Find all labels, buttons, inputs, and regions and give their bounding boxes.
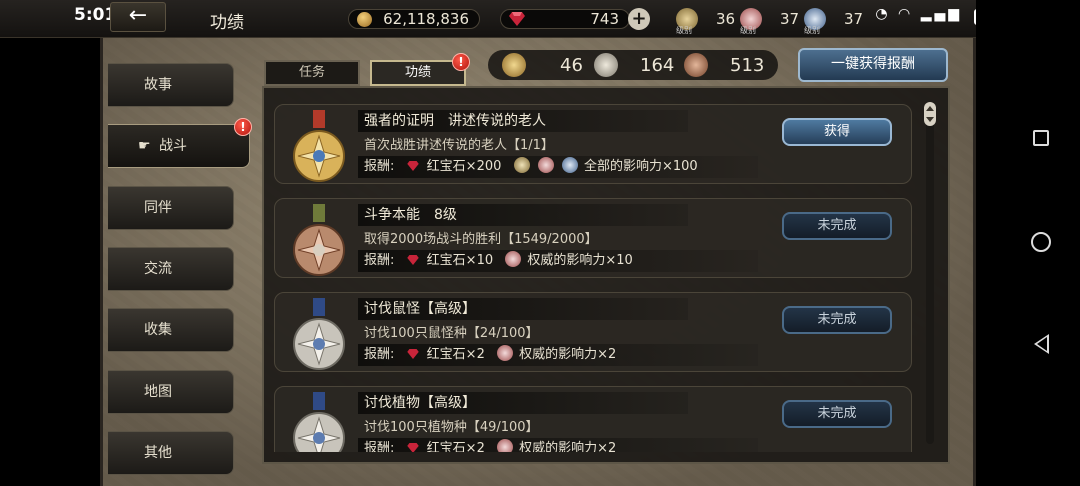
sidebar-item-label: 交流 (144, 261, 172, 277)
scrollbar-thumb[interactable] (922, 102, 938, 126)
ruby-icon (406, 255, 419, 265)
bronze-medal-icon (293, 204, 345, 276)
influence-reward: 全部的影响力×100 (583, 159, 698, 174)
red-influence-icon (496, 345, 513, 361)
list-item: 讨伐鼠怪【高级】 讨伐100只鼠怪种【24/100】 报酬: 红宝石×2 权威的… (274, 292, 912, 372)
back-nav-icon[interactable] (1034, 334, 1049, 354)
gem-reward: 红宝石×2 (426, 347, 485, 362)
influence-reward: 权威的影响力×2 (519, 347, 617, 362)
sidebar-item-label: 地图 (144, 384, 172, 400)
ruby-icon (406, 443, 419, 452)
sidebar-item-collection[interactable]: 收集 (108, 308, 234, 352)
reward-label: 报酬: (364, 159, 395, 174)
entry-reward: 报酬: 红宝石×200 全部的影响力×100 (358, 156, 758, 178)
rank-caption: 级别 (740, 26, 756, 35)
gem-reward: 红宝石×2 (426, 441, 485, 452)
silver-medal-count: 164 (640, 55, 675, 76)
entry-description: 取得2000场战斗的胜利【1549/2000】 (364, 232, 598, 247)
blue-influence-icon (561, 157, 578, 173)
entry-reward: 报酬: 红宝石×2 权威的影响力×2 (358, 344, 758, 366)
list-item: 斗争本能 8级 取得2000场战斗的胜利【1549/2000】 报酬: 红宝石×… (274, 198, 912, 278)
pointing-hand-icon: ☛ (138, 138, 151, 154)
entry-title: 讨伐植物【高级】 (358, 392, 688, 414)
alert-badge: ! (234, 118, 252, 136)
gold-medal-count: 46 (560, 55, 583, 76)
add-gems-button[interactable]: + (628, 8, 650, 30)
entry-title: 讨伐鼠怪【高级】 (358, 298, 688, 320)
list-item: 强者的证明 讲述传说的老人 首次战胜讲述传说的老人【1/1】 报酬: 红宝石×2… (274, 104, 912, 184)
sidebar-item-battle[interactable]: ☛ 战斗 (108, 124, 250, 168)
reward-label: 报酬: (364, 347, 395, 362)
android-nav-bar (976, 0, 1080, 486)
gold-value: 62,118,836 (383, 10, 469, 28)
ruby-icon (509, 12, 525, 26)
rank-value: 37 (844, 10, 864, 28)
gold-medal-icon (502, 53, 526, 77)
alert-badge: ! (452, 53, 470, 71)
entry-description: 讨伐100只植物种【49/100】 (364, 420, 539, 435)
rank-caption: 级别 (676, 26, 692, 35)
red-influence-icon (505, 251, 522, 267)
incomplete-button[interactable]: 未完成 (782, 306, 892, 334)
gold-medal-icon (293, 110, 345, 182)
bronze-medal-icon (684, 53, 708, 77)
claim-button[interactable]: 获得 (782, 118, 892, 146)
bronze-medal-count: 513 (730, 55, 765, 76)
entry-description: 讨伐100只鼠怪种【24/100】 (364, 326, 539, 341)
sidebar-item-label: 收集 (144, 322, 172, 338)
silver-medal-icon (594, 53, 618, 77)
gem-reward: 红宝石×200 (426, 159, 502, 174)
recents-icon[interactable] (1033, 130, 1049, 146)
claim-all-button[interactable]: 一键获得报酬 (798, 48, 948, 82)
influence-reward: 权威的影响力×2 (519, 441, 617, 452)
gem-reward: 红宝石×10 (426, 253, 494, 268)
sidebar-item-story[interactable]: 故事 (108, 63, 234, 107)
entry-title: 斗争本能 8级 (358, 204, 688, 226)
page-title: 功绩 (210, 13, 244, 33)
back-button[interactable]: ← (110, 2, 166, 32)
ruby-icon (406, 349, 419, 359)
gold-influence-icon (513, 157, 530, 173)
gold-coin-icon (357, 12, 372, 27)
gem-counter: 743 (500, 9, 630, 29)
sidebar-item-social[interactable]: 交流 (108, 247, 234, 291)
sidebar-item-companion[interactable]: 同伴 (108, 186, 234, 230)
sidebar-item-label: 战斗 (159, 138, 188, 154)
ruby-icon (406, 161, 419, 171)
sidebar-item-label: 故事 (144, 77, 172, 93)
silver-medal-icon (293, 392, 345, 452)
sidebar-item-label: 其他 (144, 445, 172, 461)
red-influence-icon (537, 157, 554, 173)
entry-reward: 报酬: 红宝石×10 权威的影响力×10 (358, 250, 758, 272)
tab-quests[interactable]: 任务 (264, 60, 360, 86)
gold-counter: 62,118,836 (348, 9, 480, 29)
entry-description: 首次战胜讲述传说的老人【1/1】 (364, 138, 554, 153)
sidebar-item-label: 同伴 (144, 200, 172, 216)
entry-title: 强者的证明 讲述传说的老人 (358, 110, 688, 132)
rank-caption: 级别 (804, 26, 820, 35)
rank-value: 36 (716, 10, 736, 28)
home-icon[interactable] (1031, 232, 1051, 252)
wifi-signal-icon: ◔ ◠ ▂▄▆ (875, 6, 962, 22)
scrollbar-track[interactable] (926, 104, 934, 444)
rank-value: 37 (780, 10, 800, 28)
gem-value: 743 (590, 10, 619, 28)
influence-reward: 权威的影响力×10 (527, 253, 633, 268)
top-bar: 5:01 ← 功绩 62,118,836 743 + 级别 36 级别 37 级… (0, 0, 1080, 38)
list-item: 讨伐植物【高级】 讨伐100只植物种【49/100】 报酬: 红宝石×2 权威的… (274, 386, 912, 452)
incomplete-button[interactable]: 未完成 (782, 212, 892, 240)
entry-reward: 报酬: 红宝石×2 权威的影响力×2 (358, 438, 758, 452)
incomplete-button[interactable]: 未完成 (782, 400, 892, 428)
reward-label: 报酬: (364, 441, 395, 452)
silver-medal-icon (293, 298, 345, 370)
sidebar-item-map[interactable]: 地图 (108, 370, 234, 414)
sidebar-item-other[interactable]: 其他 (108, 431, 234, 475)
reward-label: 报酬: (364, 253, 395, 268)
red-influence-icon (496, 439, 513, 452)
medal-counts: 46 164 513 (488, 50, 778, 80)
